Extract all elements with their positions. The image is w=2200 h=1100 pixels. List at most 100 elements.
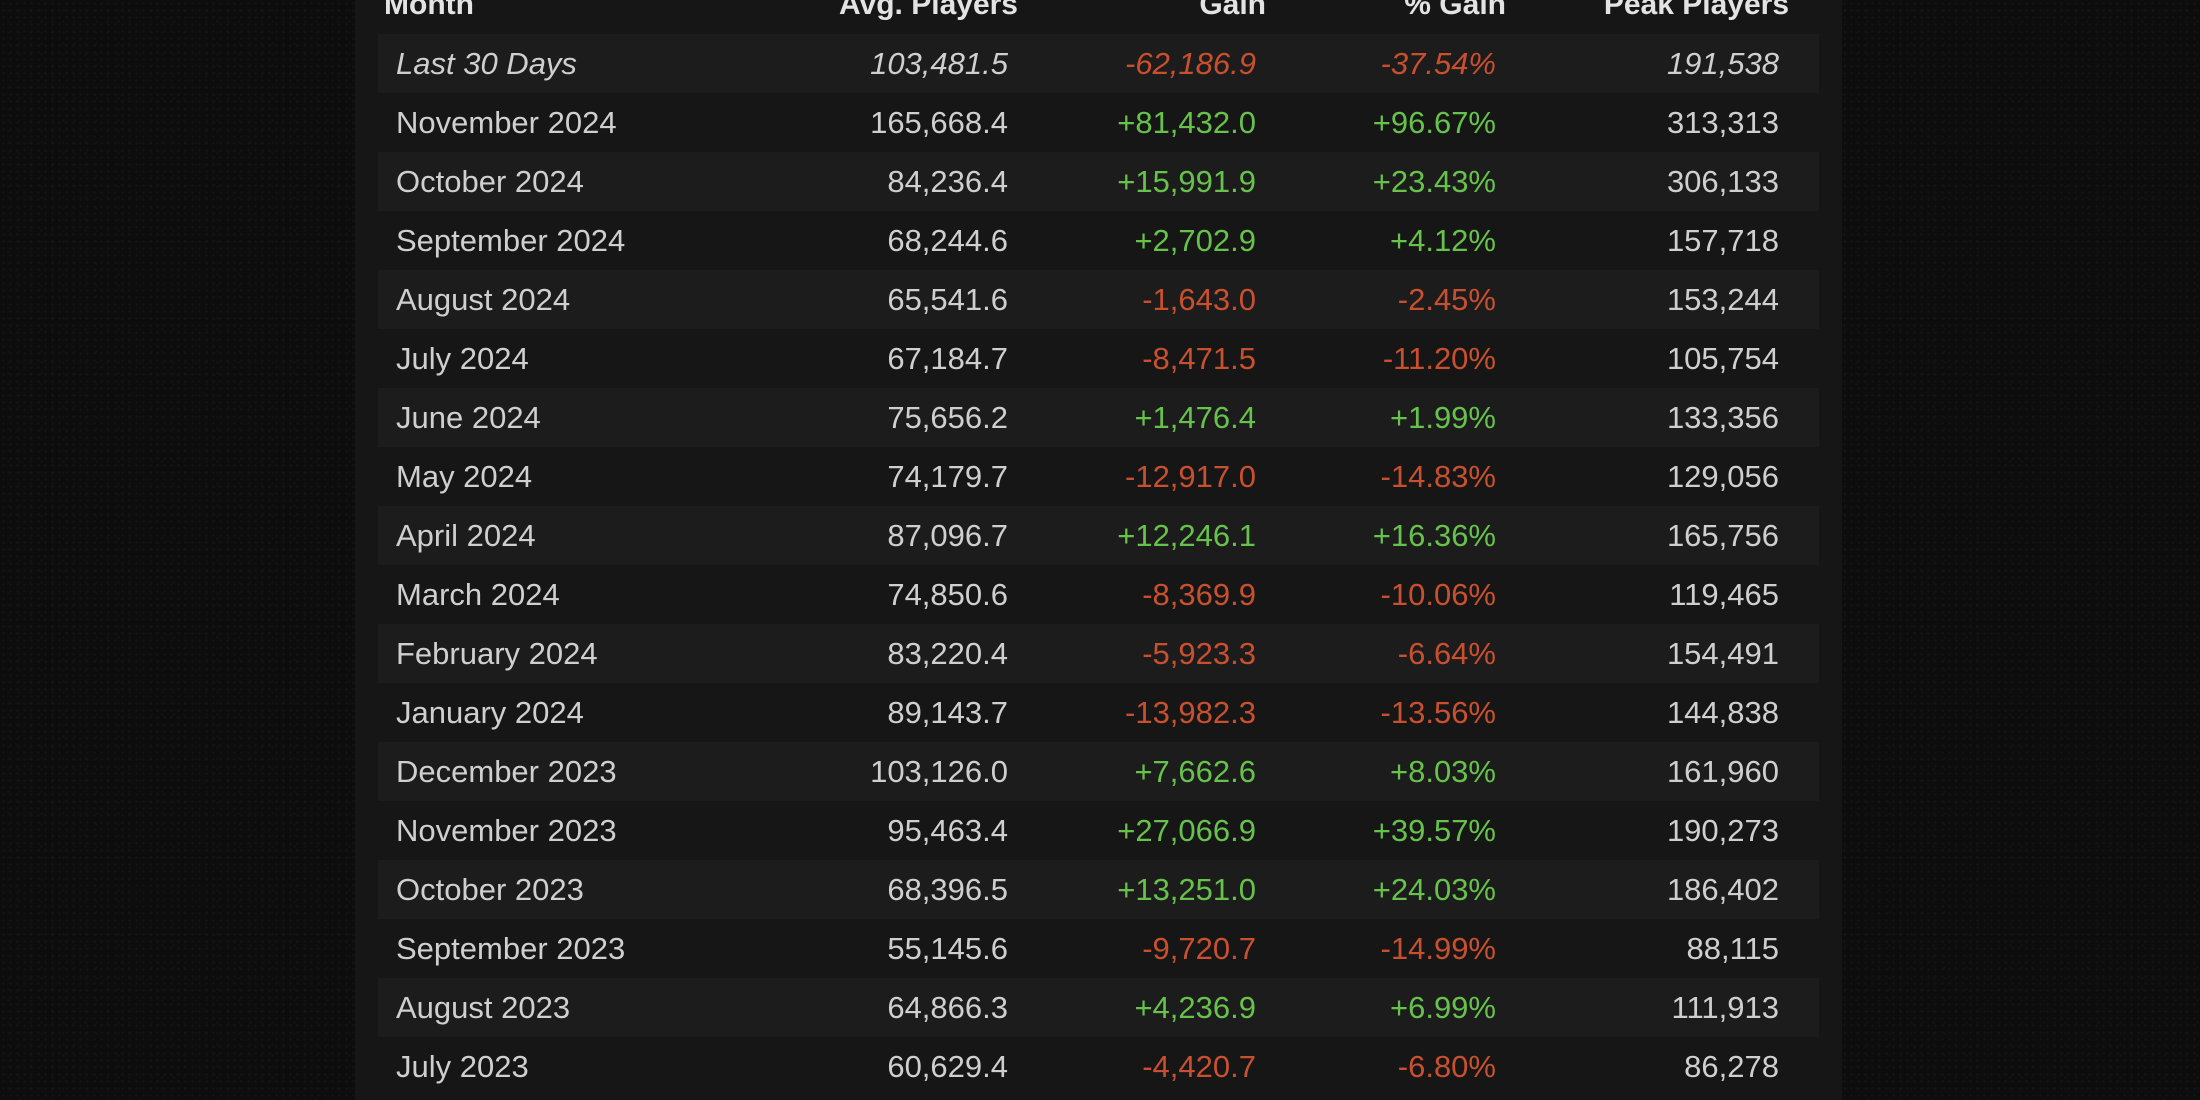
gain-cell: -8,369.9 — [1142, 576, 1256, 612]
table-row: January 2024 89,143.7 -13,982.3 -13.56% 144,… — [378, 683, 1819, 742]
table-row: April 2024 87,096.7 +12,246.1 +16.36% 165,75… — [378, 506, 1819, 565]
percent-gain-cell: -10.06% — [1380, 576, 1496, 612]
avg-players-cell: 55,145.6 — [887, 930, 1008, 966]
table-body: Last 30 Days 103,481.5 -62,186.9 -37.54% 191… — [378, 34, 1819, 1096]
header-avg-players[interactable]: Avg. Players — [778, 0, 1018, 22]
table-row: October 2024 84,236.4 +15,991.9 +23.43% 306,… — [378, 152, 1819, 211]
table-row: September 2024 68,244.6 +2,702.9 +4.12% 157,… — [378, 211, 1819, 270]
month-cell: December 2023 — [396, 753, 617, 789]
table-row: December 2023 103,126.0 +7,662.6 +8.03% 161,… — [378, 742, 1819, 801]
gain-cell: -4,420.7 — [1142, 1048, 1256, 1084]
peak-players-cell: 105,754 — [1666, 340, 1779, 376]
gain-cell: -13,982.3 — [1125, 694, 1256, 730]
percent-gain-cell: -6.80% — [1397, 1048, 1496, 1084]
table-header: Month Avg. Players Gain % Gain Peak Play… — [378, 0, 1819, 34]
gain-cell: -62,186.9 — [1125, 45, 1256, 81]
avg-players-cell: 64,866.3 — [887, 989, 1008, 1025]
avg-players-cell: 95,463.4 — [887, 812, 1008, 848]
percent-gain-cell: +8.03% — [1389, 753, 1496, 789]
gain-cell: -5,923.3 — [1142, 635, 1256, 671]
gain-cell: +81,432.0 — [1117, 104, 1256, 140]
table-row: November 2023 95,463.4 +27,066.9 +39.57% 190… — [378, 801, 1819, 860]
avg-players-cell: 68,396.5 — [887, 871, 1008, 907]
gain-cell: +13,251.0 — [1117, 871, 1256, 907]
avg-players-cell: 83,220.4 — [887, 635, 1008, 671]
avg-players-cell: 89,143.7 — [887, 694, 1008, 730]
table-row: June 2024 75,656.2 +1,476.4 +1.99% 133,356 — [378, 388, 1819, 447]
gain-cell: +4,236.9 — [1134, 989, 1256, 1025]
gain-cell: +15,991.9 — [1117, 163, 1256, 199]
peak-players-cell: 154,491 — [1666, 635, 1779, 671]
month-cell: January 2024 — [396, 694, 584, 730]
avg-players-cell: 68,244.6 — [887, 222, 1008, 258]
percent-gain-cell: +4.12% — [1389, 222, 1496, 258]
percent-gain-cell: -37.54% — [1380, 45, 1496, 81]
header-peak-players[interactable]: Peak Players — [1506, 0, 1789, 22]
percent-gain-cell: -13.56% — [1380, 694, 1496, 730]
avg-players-cell: 67,184.7 — [887, 340, 1008, 376]
table-row: July 2023 60,629.4 -4,420.7 -6.80% 86,278 — [378, 1037, 1819, 1096]
avg-players-cell: 103,126.0 — [870, 753, 1008, 789]
gain-cell: -8,471.5 — [1142, 340, 1256, 376]
month-cell: July 2024 — [396, 340, 529, 376]
avg-players-cell: 84,236.4 — [887, 163, 1008, 199]
percent-gain-cell: +16.36% — [1372, 517, 1496, 553]
peak-players-cell: 133,356 — [1666, 399, 1779, 435]
month-cell: September 2024 — [396, 222, 626, 258]
peak-players-cell: 191,538 — [1666, 45, 1779, 81]
avg-players-cell: 165,668.4 — [870, 104, 1008, 140]
percent-gain-cell: +6.99% — [1389, 989, 1496, 1025]
month-cell: July 2023 — [396, 1048, 529, 1084]
peak-players-cell: 144,838 — [1666, 694, 1779, 730]
peak-players-cell: 190,273 — [1666, 812, 1779, 848]
peak-players-cell: 313,313 — [1666, 104, 1779, 140]
peak-players-cell: 129,056 — [1666, 458, 1779, 494]
table-row: August 2023 64,866.3 +4,236.9 +6.99% 111,913 — [378, 978, 1819, 1037]
table-row: October 2023 68,396.5 +13,251.0 +24.03% 186,… — [378, 860, 1819, 919]
month-cell: August 2024 — [396, 281, 571, 317]
avg-players-cell: 74,850.6 — [887, 576, 1008, 612]
percent-gain-cell: -14.83% — [1380, 458, 1496, 494]
percent-gain-cell: -2.45% — [1397, 281, 1496, 317]
peak-players-cell: 153,244 — [1666, 281, 1779, 317]
percent-gain-cell: +23.43% — [1372, 163, 1496, 199]
month-cell: November 2024 — [396, 104, 617, 140]
percent-gain-cell: +96.67% — [1372, 104, 1496, 140]
table-row: September 2023 55,145.6 -9,720.7 -14.99% 88,… — [378, 919, 1819, 978]
peak-players-cell: 161,960 — [1666, 753, 1779, 789]
table-row: July 2024 67,184.7 -8,471.5 -11.20% 105,754 — [378, 329, 1819, 388]
peak-players-cell: 157,718 — [1666, 222, 1779, 258]
gain-cell: -1,643.0 — [1142, 281, 1256, 317]
percent-gain-cell: +39.57% — [1372, 812, 1496, 848]
avg-players-cell: 74,179.7 — [887, 458, 1008, 494]
table-row: Last 30 Days 103,481.5 -62,186.9 -37.54% 191… — [378, 34, 1819, 93]
avg-players-cell: 75,656.2 — [887, 399, 1008, 435]
gain-cell: +12,246.1 — [1117, 517, 1256, 553]
gain-cell: -9,720.7 — [1142, 930, 1256, 966]
gain-cell: +27,066.9 — [1117, 812, 1256, 848]
header-percent-gain[interactable]: % Gain — [1266, 0, 1506, 22]
player-stats-table: Month Avg. Players Gain % Gain Peak Play… — [378, 0, 1819, 1096]
header-month[interactable]: Month — [378, 0, 778, 22]
peak-players-cell: 86,278 — [1684, 1048, 1779, 1084]
month-cell: Last 30 Days — [396, 45, 577, 81]
peak-players-cell: 88,115 — [1686, 930, 1779, 966]
gain-cell: +2,702.9 — [1134, 222, 1256, 258]
header-gain[interactable]: Gain — [1018, 0, 1266, 22]
month-cell: April 2024 — [396, 517, 536, 553]
table-row: November 2024 165,668.4 +81,432.0 +96.67% 31… — [378, 93, 1819, 152]
peak-players-cell: 186,402 — [1666, 871, 1779, 907]
gain-cell: -12,917.0 — [1125, 458, 1256, 494]
month-cell: May 2024 — [396, 458, 533, 494]
month-cell: August 2023 — [396, 989, 571, 1025]
percent-gain-cell: +1.99% — [1389, 399, 1496, 435]
table-row: March 2024 74,850.6 -8,369.9 -10.06% 119,465 — [378, 565, 1819, 624]
peak-players-cell: 111,913 — [1671, 989, 1779, 1025]
table-row: May 2024 74,179.7 -12,917.0 -14.83% 129,056 — [378, 447, 1819, 506]
avg-players-cell: 103,481.5 — [870, 45, 1008, 81]
percent-gain-cell: -6.64% — [1397, 635, 1496, 671]
table-row: August 2024 65,541.6 -1,643.0 -2.45% 153,244 — [378, 270, 1819, 329]
avg-players-cell: 60,629.4 — [887, 1048, 1008, 1084]
month-cell: October 2024 — [396, 163, 584, 199]
gain-cell: +1,476.4 — [1134, 399, 1256, 435]
